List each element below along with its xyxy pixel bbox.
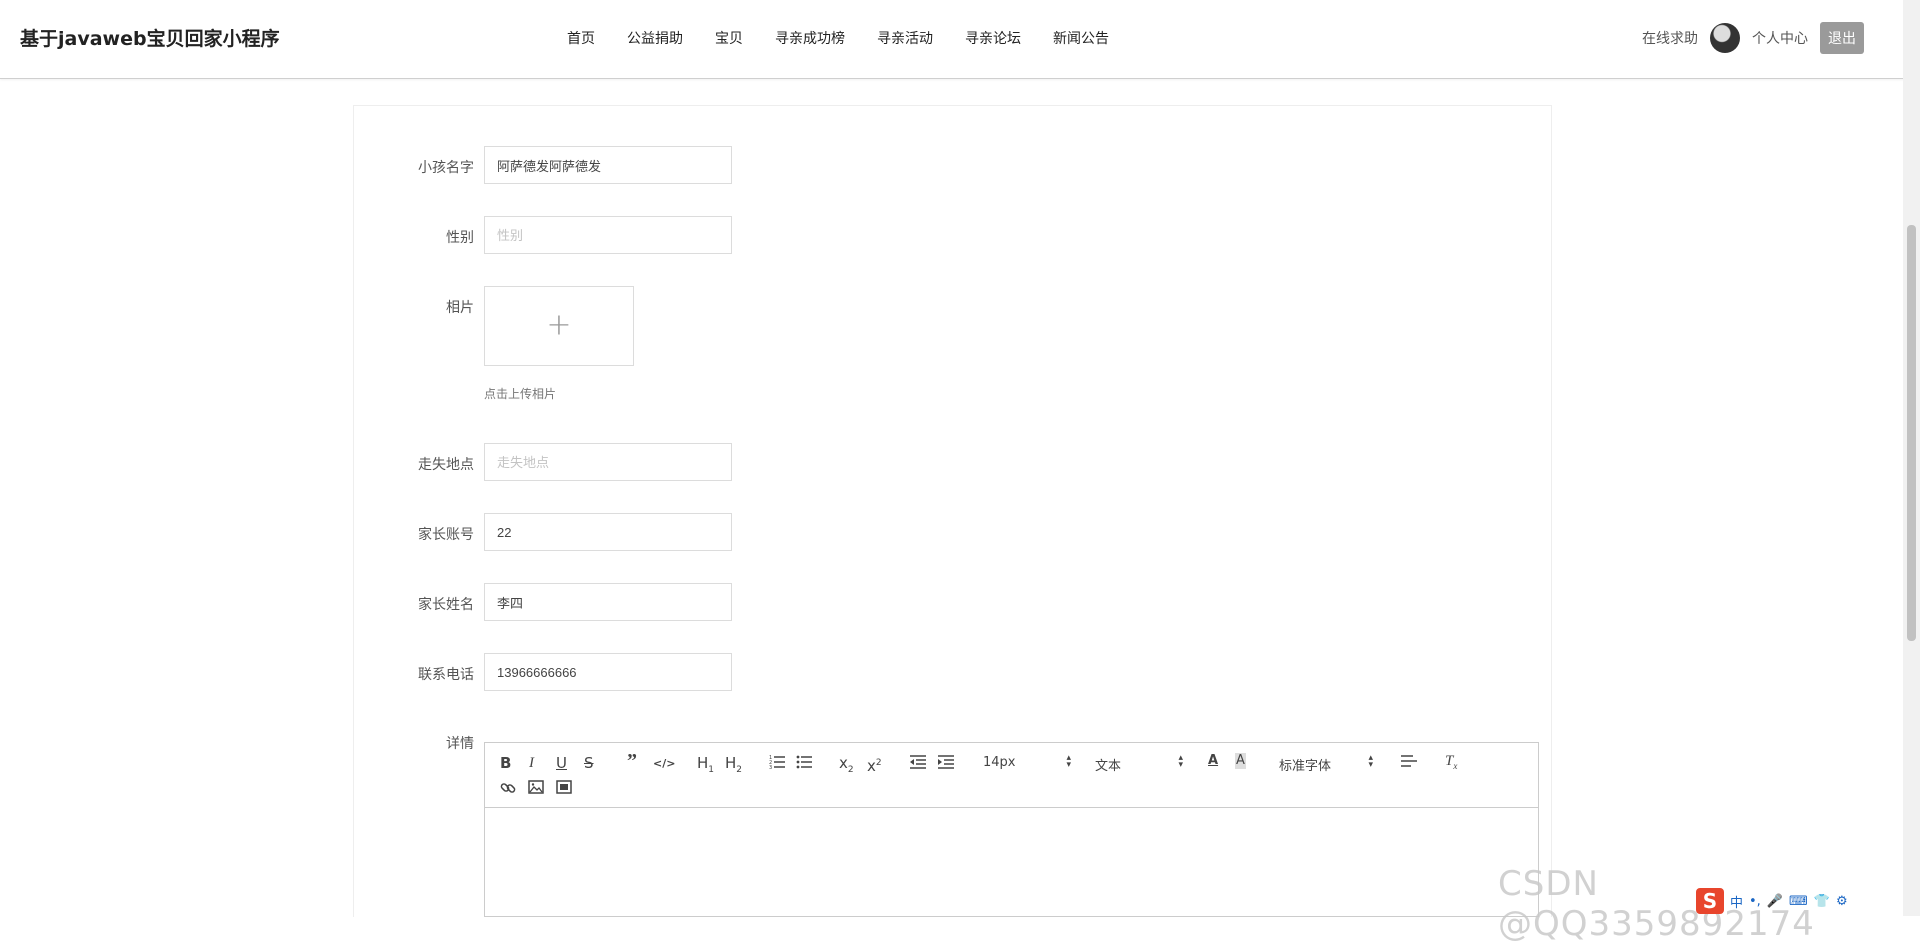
gender-label: 性别 bbox=[446, 230, 474, 246]
editor-toolbar: B I U S ” </> H1 H2 123 x2 x2 14px ▴ ▾ 文… bbox=[485, 743, 1538, 808]
toolbox-icon[interactable]: ⚙ bbox=[1836, 894, 1848, 909]
skin-icon[interactable]: 👕 bbox=[1814, 894, 1830, 909]
child-name-input[interactable] bbox=[484, 146, 732, 184]
parent-name-input[interactable] bbox=[484, 583, 732, 621]
child-name-label: 小孩名字 bbox=[418, 160, 474, 176]
video-icon[interactable] bbox=[556, 780, 572, 794]
paragraph-value: 文本 bbox=[1095, 759, 1122, 774]
nav-home[interactable]: 首页 bbox=[567, 28, 595, 48]
microphone-icon[interactable]: 🎤 bbox=[1767, 894, 1783, 909]
parent-account-label: 家长账号 bbox=[418, 527, 474, 543]
scrollbar-thumb[interactable] bbox=[1907, 225, 1916, 641]
font-family-select[interactable]: 标准字体 ▴ ▾ bbox=[1279, 753, 1373, 775]
select-arrows-icon: ▴ ▾ bbox=[1066, 753, 1071, 770]
nav-donation[interactable]: 公益捐助 bbox=[627, 28, 683, 48]
bold-icon[interactable]: B bbox=[500, 755, 511, 771]
superscript-icon[interactable]: x2 bbox=[867, 755, 882, 774]
nav-success-list[interactable]: 寻亲成功榜 bbox=[775, 28, 845, 48]
select-arrows-icon: ▴ ▾ bbox=[1178, 753, 1183, 770]
font-color-icon[interactable]: A bbox=[1208, 753, 1218, 769]
main-nav: 首页 公益捐助 宝贝 寻亲成功榜 寻亲活动 寻亲论坛 新闻公告 bbox=[567, 28, 1141, 48]
form-card: 小孩名字 性别 相片 + 点击上传相片 走失地点 家长账号 家长姓名 联系电话 … bbox=[353, 105, 1552, 917]
logout-button[interactable]: 退出 bbox=[1820, 22, 1864, 54]
code-icon[interactable]: </> bbox=[653, 756, 675, 772]
nav-baby[interactable]: 宝贝 bbox=[715, 28, 743, 48]
lost-place-label: 走失地点 bbox=[418, 457, 474, 473]
align-left-icon[interactable] bbox=[1401, 754, 1417, 768]
photo-upload-button[interactable]: + bbox=[484, 286, 634, 366]
keyboard-icon[interactable]: ⌨ bbox=[1789, 894, 1808, 909]
parent-name-label: 家长姓名 bbox=[418, 597, 474, 613]
profile-link[interactable]: 个人中心 bbox=[1752, 28, 1808, 48]
ime-lang[interactable]: 中 bbox=[1730, 892, 1743, 911]
select-arrows-icon: ▴ ▾ bbox=[1368, 753, 1373, 770]
photo-upload-hint: 点击上传相片 bbox=[484, 387, 557, 401]
phone-input[interactable] bbox=[484, 653, 732, 691]
link-icon[interactable] bbox=[500, 780, 516, 796]
nav-news[interactable]: 新闻公告 bbox=[1053, 28, 1109, 48]
site-title: 基于javaweb宝贝回家小程序 bbox=[20, 28, 280, 50]
details-editor: B I U S ” </> H1 H2 123 x2 x2 14px ▴ ▾ 文… bbox=[484, 742, 1539, 917]
quote-icon[interactable]: ” bbox=[627, 751, 637, 771]
background-color-icon[interactable]: A bbox=[1235, 753, 1246, 769]
avatar[interactable] bbox=[1710, 23, 1740, 53]
plus-icon: + bbox=[546, 307, 572, 343]
phone-label: 联系电话 bbox=[418, 667, 474, 683]
image-icon[interactable] bbox=[528, 780, 544, 794]
header-user-area: 在线求助 个人中心 退出 bbox=[1642, 22, 1864, 54]
underline-icon[interactable]: U bbox=[556, 755, 567, 771]
ordered-list-icon[interactable]: 123 bbox=[769, 754, 785, 770]
page-scrollbar[interactable] bbox=[1903, 0, 1920, 916]
editor-content-area[interactable] bbox=[485, 808, 1538, 916]
font-family-value: 标准字体 bbox=[1279, 759, 1332, 774]
indent-icon[interactable] bbox=[938, 754, 954, 770]
outdent-icon[interactable] bbox=[910, 754, 926, 770]
sogou-icon[interactable]: S bbox=[1696, 888, 1724, 914]
ime-toolbar: S 中 •, 🎤 ⌨ 👕 ⚙ bbox=[1696, 888, 1848, 914]
gender-input[interactable] bbox=[484, 216, 732, 254]
heading1-icon[interactable]: H1 bbox=[697, 755, 714, 778]
italic-icon[interactable]: I bbox=[529, 755, 534, 771]
nav-activities[interactable]: 寻亲活动 bbox=[877, 28, 933, 48]
subscript-icon[interactable]: x2 bbox=[839, 755, 854, 778]
clear-format-icon[interactable]: Tx bbox=[1445, 753, 1457, 774]
lost-place-input[interactable] bbox=[484, 443, 732, 481]
font-size-select[interactable]: 14px ▴ ▾ bbox=[983, 753, 1071, 771]
online-help-link[interactable]: 在线求助 bbox=[1642, 28, 1698, 48]
photo-label: 相片 bbox=[446, 300, 474, 316]
parent-account-input[interactable] bbox=[484, 513, 732, 551]
strikethrough-icon[interactable]: S bbox=[584, 755, 594, 771]
heading2-icon[interactable]: H2 bbox=[725, 755, 742, 778]
svg-text:3: 3 bbox=[769, 765, 772, 770]
font-size-value: 14px bbox=[983, 755, 1016, 770]
paragraph-select[interactable]: 文本 ▴ ▾ bbox=[1095, 753, 1183, 775]
top-header: 基于javaweb宝贝回家小程序 首页 公益捐助 宝贝 寻亲成功榜 寻亲活动 寻… bbox=[0, 0, 1920, 79]
punctuation-icon[interactable]: •, bbox=[1749, 894, 1761, 909]
details-label: 详情 bbox=[446, 736, 474, 752]
bullet-list-icon[interactable] bbox=[796, 754, 812, 770]
nav-forum[interactable]: 寻亲论坛 bbox=[965, 28, 1021, 48]
